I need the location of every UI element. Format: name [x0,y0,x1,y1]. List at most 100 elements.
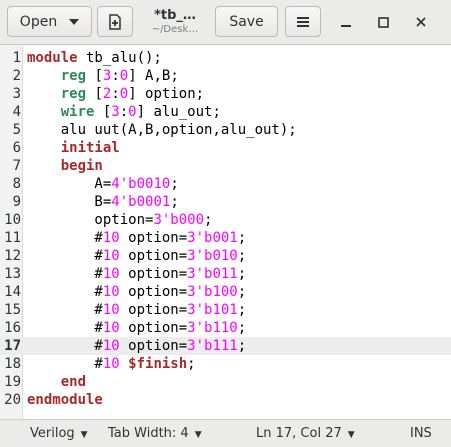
menu-button[interactable] [285,6,321,37]
code-editor[interactable]: 1 module tb_alu(); 2 reg [3:0] A,B; 3 reg [… [0,46,451,419]
code-token: # [27,284,103,300]
code-text: alu uut(A,B,option,alu_out); [27,121,297,139]
code-token: reg [60,68,87,84]
code-token: # [27,266,103,282]
code-token: option= [119,338,188,354]
line-number: 7 [12,158,21,174]
code-token: 0 [119,68,129,84]
code-line[interactable]: 11 #10 option=3'b001; [0,229,451,247]
code-text: B=4'b0001; [27,193,178,211]
code-token: # [27,356,103,372]
code-line[interactable]: 10 option=3'b000; [0,211,451,229]
line-number: 15 [4,302,21,318]
code-line[interactable]: 18 #10 $finish; [0,355,451,373]
code-token: 10 [102,302,120,318]
code-token: end [60,374,87,390]
code-token: tb_alu(); [77,50,162,66]
line-number: 1 [12,50,21,66]
code-token: ; [237,230,247,246]
line-number: 2 [12,68,21,84]
code-line[interactable]: 12 #10 option=3'b010; [0,247,451,265]
code-text: #10 $finish; [27,355,195,373]
code-line[interactable]: 20 endmodule [0,391,451,409]
tab-width-dropdown-icon: ▼ [194,430,202,440]
code-token: B= [27,194,112,210]
code-token: endmodule [27,392,103,408]
code-token: [ [94,104,112,120]
tab-width-label: Tab Width: 4 [108,426,189,441]
code-token: : [111,86,120,102]
code-token: option= [119,302,188,318]
code-text: initial [27,139,120,157]
code-token: 3'b010 [187,248,238,264]
line-number: 11 [4,230,21,246]
code-line[interactable]: 2 reg [3:0] A,B; [0,67,451,85]
code-line[interactable]: 9 B=4'b0001; [0,193,451,211]
maximize-icon [377,16,389,28]
code-text: #10 option=3'b110; [27,319,246,337]
code-text: option=3'b000; [27,211,212,229]
insert-mode-indicator[interactable]: INS [410,426,432,441]
code-token: 10 [102,338,120,354]
code-token: # [27,320,103,336]
code-token: 3'b100 [187,284,238,300]
code-line[interactable]: 1 module tb_alu(); [0,49,451,67]
code-token: # [27,248,103,264]
open-button[interactable]: Open [7,6,92,37]
code-token: 0 [128,104,137,120]
code-line[interactable]: 3 reg [2:0] option; [0,85,451,103]
line-number: 9 [12,194,21,210]
language-label: Verilog [30,426,75,441]
line-number: 10 [4,212,21,228]
code-line[interactable]: 8 A=4'b0010; [0,175,451,193]
maximize-button[interactable] [373,12,393,32]
line-number: 12 [4,248,21,264]
code-line[interactable]: 7 begin [0,157,451,175]
code-line[interactable]: 17 #10 option=3'b111; [0,337,451,355]
cursor-position[interactable]: Ln 17, Col 27 ▼ [256,426,355,441]
code-token: option= [27,212,154,228]
code-token: ; [237,266,247,282]
code-text: begin [27,157,103,175]
code-line[interactable]: 13 #10 option=3'b011; [0,265,451,283]
code-line[interactable]: 16 #10 option=3'b110; [0,319,451,337]
code-token: ] A,B; [128,68,179,84]
tab-width-selector[interactable]: Tab Width: 4 ▼ [108,426,202,441]
code-token: 3'b001 [187,230,238,246]
language-selector[interactable]: Verilog ▼ [30,426,88,441]
code-token: : [119,104,129,120]
code-text: module tb_alu(); [27,49,162,67]
code-token: option= [119,320,188,336]
code-line[interactable]: 15 #10 option=3'b101; [0,301,451,319]
language-dropdown-icon: ▼ [80,430,88,440]
code-token: ; [237,248,247,264]
code-text: #10 option=3'b100; [27,283,246,301]
code-line[interactable]: 4 wire [3:0] alu_out; [0,103,451,121]
window-title: *tb_… ~/Desk… [142,6,208,37]
document-path: ~/Desk… [151,24,199,35]
code-token: alu uut(A,B,option,alu_out); [27,122,297,138]
minimize-button[interactable] [336,12,356,32]
save-button[interactable]: Save [215,6,278,37]
new-document-button[interactable] [97,6,133,37]
code-token: ] option; [128,86,205,102]
code-token: A= [27,176,112,192]
line-number: 16 [4,320,21,336]
document-title: *tb_… [154,8,196,23]
close-icon [416,17,426,27]
status-bar: Verilog ▼ Tab Width: 4 ▼ Ln 17, Col 27 ▼ IN… [0,419,451,447]
code-token: # [27,230,103,246]
code-token: 4'b0001 [111,194,171,210]
code-line[interactable]: 14 #10 option=3'b100; [0,283,451,301]
code-line[interactable]: 19 end [0,373,451,391]
code-token: ] alu_out; [136,104,221,120]
code-token: option= [119,284,188,300]
close-button[interactable] [411,12,431,32]
code-line[interactable]: 5 alu uut(A,B,option,alu_out); [0,121,451,139]
code-token: ; [237,320,247,336]
code-line[interactable]: 6 initial [0,139,451,157]
code-text: #10 option=3'b010; [27,247,246,265]
